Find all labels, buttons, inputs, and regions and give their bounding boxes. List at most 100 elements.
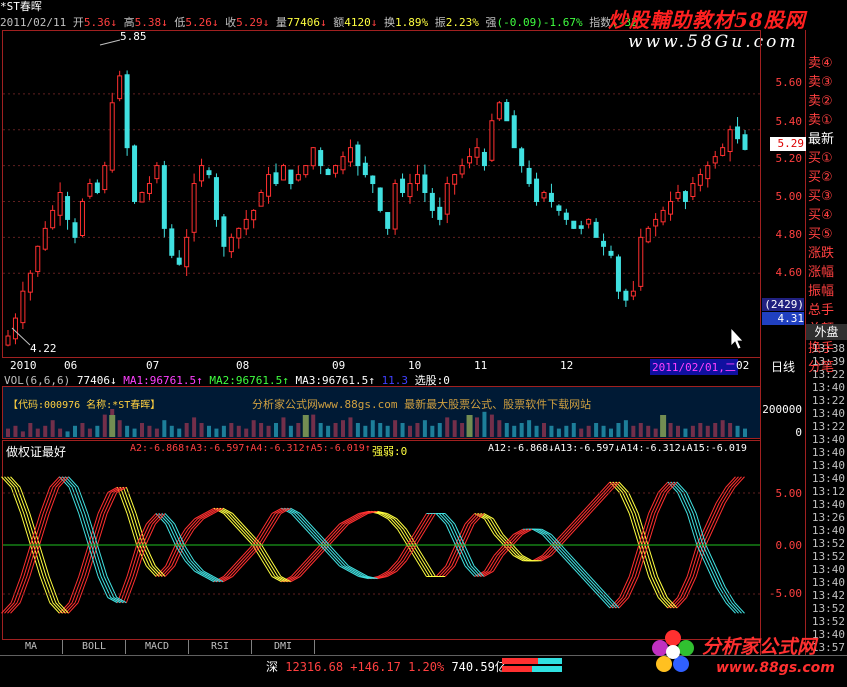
candle-body bbox=[407, 183, 413, 198]
order-book-item: 最新 bbox=[808, 132, 835, 147]
rank-label: (2429) bbox=[762, 298, 804, 311]
low-annotation: 4.22 bbox=[30, 342, 57, 355]
x-label: 08 bbox=[236, 359, 250, 372]
order-book-item: 买② bbox=[808, 170, 833, 185]
price-y-label: 5.00 bbox=[775, 190, 803, 203]
order-book-item: 卖② bbox=[808, 94, 833, 109]
trade-time: 13:52 bbox=[811, 602, 845, 615]
trade-time: 13:40 bbox=[811, 563, 845, 576]
x-label: 2010 bbox=[10, 359, 37, 372]
vol-ma3: MA3:96761.5 bbox=[295, 374, 369, 387]
candle-body bbox=[12, 317, 18, 340]
candle-body bbox=[682, 191, 688, 202]
candle-body bbox=[318, 150, 324, 167]
cursor-date: 2011/02/01,二 bbox=[650, 359, 738, 375]
trade-time: 13:40 bbox=[811, 459, 845, 472]
trade-time: 13:22 bbox=[811, 368, 845, 381]
candle-body bbox=[534, 178, 540, 202]
price-y-label: 5.40 bbox=[775, 115, 803, 128]
order-book-item: 振幅 bbox=[808, 284, 835, 299]
order-book-item: 卖① bbox=[808, 113, 833, 128]
trade-time: 13:22 bbox=[811, 394, 845, 407]
candle-body bbox=[139, 192, 145, 203]
candle-body bbox=[541, 192, 547, 199]
candle-body bbox=[608, 250, 614, 256]
candle-body bbox=[586, 218, 592, 225]
ind-y-label: 0.00 bbox=[775, 539, 803, 552]
vol-ma2: MA2:96761.5 bbox=[209, 374, 283, 387]
candle-body bbox=[20, 290, 26, 324]
candle-body bbox=[385, 212, 391, 229]
candle-body bbox=[519, 148, 525, 167]
candle-body bbox=[266, 174, 272, 197]
market-ticker: 深 12316.68 +146.17 1.20% 740.59亿 bbox=[266, 658, 507, 675]
candle-body bbox=[563, 212, 569, 220]
candle-body bbox=[347, 147, 353, 163]
order-book-item: 买⑤ bbox=[808, 227, 833, 242]
candlestick-series bbox=[5, 70, 748, 347]
candle-body bbox=[273, 172, 279, 185]
candle-body bbox=[414, 174, 420, 185]
indicator-tabs: MA BOLL MACD RSI DMI bbox=[0, 640, 760, 654]
select-label: 选股:0 bbox=[414, 374, 450, 387]
tab-dmi[interactable]: DMI bbox=[252, 640, 315, 654]
x-label: 02 bbox=[736, 359, 750, 372]
indicator-values-right: A12:-6.868↓A13:-6.597↓A14:-6.312↓A15:-6.… bbox=[488, 443, 747, 454]
bottom-watermark-url: www.88gs.com bbox=[716, 660, 835, 676]
vol-ma1: MA1:96761.5 bbox=[123, 374, 197, 387]
candle-body bbox=[400, 178, 406, 193]
daily-label: 日线 bbox=[770, 360, 795, 374]
trade-time: 13:42 bbox=[811, 589, 845, 602]
tab-rsi[interactable]: RSI bbox=[189, 640, 252, 654]
rank-box: (2429) 4.31 bbox=[762, 298, 804, 325]
candle-body bbox=[362, 162, 368, 176]
code-label: 【代码:000976 名称:*ST春晖】 bbox=[8, 400, 161, 411]
candle-body bbox=[57, 192, 63, 216]
trade-time: 13:26 bbox=[811, 511, 845, 524]
candle-body bbox=[325, 168, 331, 176]
trade-time: 13:40 bbox=[811, 524, 845, 537]
vol-y-label: 0 bbox=[795, 426, 802, 439]
bottom-watermark-title: 分析家公式网 bbox=[702, 636, 817, 658]
trade-time: 13:40 bbox=[811, 381, 845, 394]
candle-body bbox=[504, 101, 510, 122]
candle-body bbox=[65, 196, 71, 220]
candle-body bbox=[109, 102, 115, 171]
candle-body bbox=[5, 335, 11, 346]
market-index: 12316.68 bbox=[285, 660, 344, 674]
tab-ma[interactable]: MA bbox=[0, 640, 63, 654]
candle-body bbox=[645, 227, 651, 243]
price-y-label: 5.60 bbox=[775, 76, 803, 89]
candle-body bbox=[154, 165, 160, 180]
indicator-title: 做权证最好 bbox=[6, 445, 67, 459]
trade-time: 13:22 bbox=[811, 420, 845, 433]
candle-body bbox=[437, 206, 443, 220]
trade-time: 13:12 bbox=[811, 485, 845, 498]
x-label: 09 bbox=[332, 359, 346, 372]
market-breadth-bar bbox=[502, 658, 562, 672]
chart-area[interactable] bbox=[0, 0, 847, 687]
candle-body bbox=[496, 102, 502, 120]
candle-body bbox=[191, 183, 197, 233]
tab-boll[interactable]: BOLL bbox=[63, 640, 126, 654]
candle-body bbox=[221, 216, 227, 247]
strong-weak-label: 强弱:0 bbox=[372, 445, 408, 458]
x-label: 10 bbox=[408, 359, 422, 372]
candle-body bbox=[303, 165, 309, 176]
candle-body bbox=[333, 165, 339, 174]
tab-macd[interactable]: MACD bbox=[126, 640, 189, 654]
candle-body bbox=[355, 144, 361, 167]
watermark-logo-bottom: 分析家公式网 www.88gs.com bbox=[650, 626, 847, 687]
candle-body bbox=[169, 228, 175, 256]
candle-body bbox=[124, 74, 130, 149]
candle-body bbox=[280, 165, 286, 181]
candle-body bbox=[429, 192, 435, 211]
x-label: 06 bbox=[64, 359, 78, 372]
vol-title: VOL(6,6,6) bbox=[4, 374, 71, 387]
volume-header: VOL(6,6,6) 77406↓ MA1:96761.5↑ MA2:96761… bbox=[4, 374, 450, 387]
candle-body bbox=[50, 209, 56, 229]
candle-body bbox=[213, 177, 219, 220]
candle-body bbox=[176, 257, 182, 265]
candle-body bbox=[452, 174, 458, 185]
trade-time-column: 13:38 13:39 13:22 13:40 13:22 13:40 13:22 13:40… bbox=[806, 342, 847, 655]
